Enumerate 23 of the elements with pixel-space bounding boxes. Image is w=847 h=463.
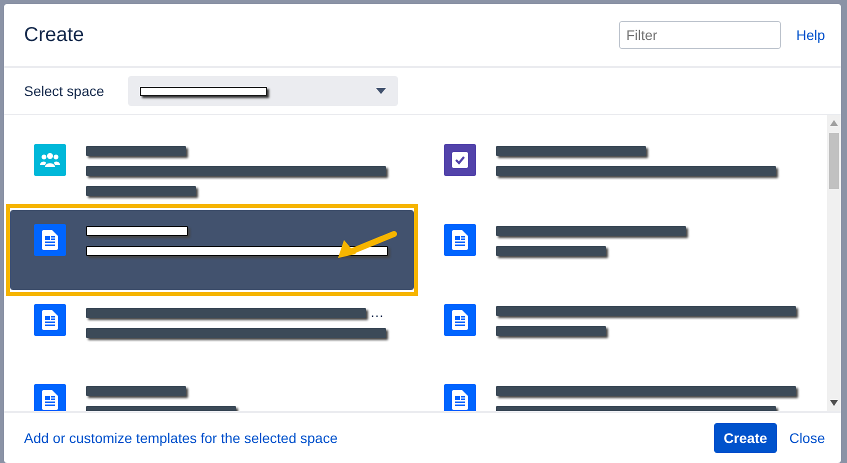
close-link[interactable]: Close [789, 430, 825, 446]
document-icon [452, 310, 468, 330]
document-icon [42, 390, 58, 410]
help-link[interactable]: Help [796, 27, 825, 43]
document-icon [42, 310, 58, 330]
create-button[interactable]: Create [714, 423, 778, 453]
space-dropdown[interactable] [128, 76, 398, 106]
caret-icon [376, 88, 386, 94]
checkbox-icon [452, 152, 468, 168]
document-icon [452, 390, 468, 410]
document-icon [452, 230, 468, 250]
arrow-annotation [336, 230, 398, 260]
template-item[interactable]: … [10, 290, 414, 370]
people-icon [40, 151, 60, 169]
dialog-title: Create [24, 24, 86, 46]
ellipsis: … [370, 306, 384, 318]
document-icon [42, 230, 58, 250]
select-space-label: Select space [24, 83, 106, 99]
scroll-thumb[interactable] [829, 133, 839, 189]
filter-field[interactable]: Filter [619, 21, 782, 49]
scroll-down-icon[interactable] [830, 400, 838, 406]
customize-templates-link[interactable]: Add or customize templates for the selected space [24, 430, 714, 446]
scrollbar[interactable] [827, 115, 841, 411]
